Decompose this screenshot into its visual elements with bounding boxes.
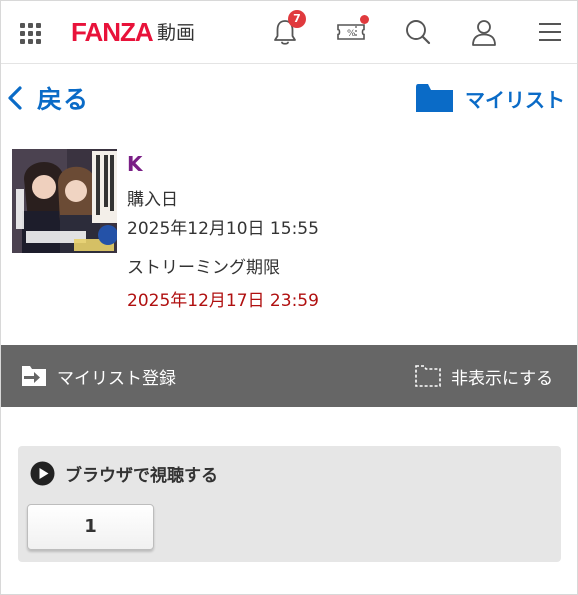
hidden-folder-icon [415,365,441,387]
hamburger-menu-icon[interactable] [535,17,565,47]
mylist-register-button[interactable]: マイリスト登録 [21,345,176,407]
mylist-register-label: マイリスト登録 [57,368,176,389]
video-thumbnail[interactable] [12,149,117,253]
purchase-date-value: 2025年12月10日 15:55 [127,219,319,239]
purchase-date-label: 購入日 [127,190,178,210]
logo-subtitle[interactable]: 動画 [157,21,195,45]
svg-text:%: % [347,29,356,39]
back-label: 戻る [37,85,90,114]
browser-viewing-panel: ブラウザで視聴する 1 [18,446,561,562]
search-icon[interactable] [403,17,433,47]
fanza-logo[interactable]: FANZA [71,16,154,48]
streaming-deadline-label: ストリーミング期限 [127,258,280,278]
chevron-left-icon [8,86,22,110]
streaming-deadline-value: 2025年12月17日 23:59 [127,291,319,311]
mylist-link[interactable]: マイリスト [416,80,565,116]
folder-add-icon [22,366,46,386]
item-title[interactable]: K [127,152,143,176]
hide-label: 非表示にする [451,368,554,389]
grid-menu-icon[interactable] [20,23,42,45]
play-icon [30,461,55,486]
user-icon[interactable] [469,17,499,47]
site-header: FANZA 動画 7 % [1,1,577,64]
notification-badge: 7 [288,10,306,28]
part-1-button[interactable]: 1 [27,504,154,550]
mylist-label: マイリスト [465,87,565,112]
folder-icon [416,84,453,112]
hide-button[interactable]: 非表示にする [415,345,553,407]
coupon-dot [360,15,369,24]
action-bar: マイリスト登録 非表示にする [1,345,577,407]
browser-viewing-heading: ブラウザで視聴する [30,461,218,486]
back-link[interactable]: 戻る [5,80,89,116]
browser-viewing-label: ブラウザで視聴する [65,466,218,486]
